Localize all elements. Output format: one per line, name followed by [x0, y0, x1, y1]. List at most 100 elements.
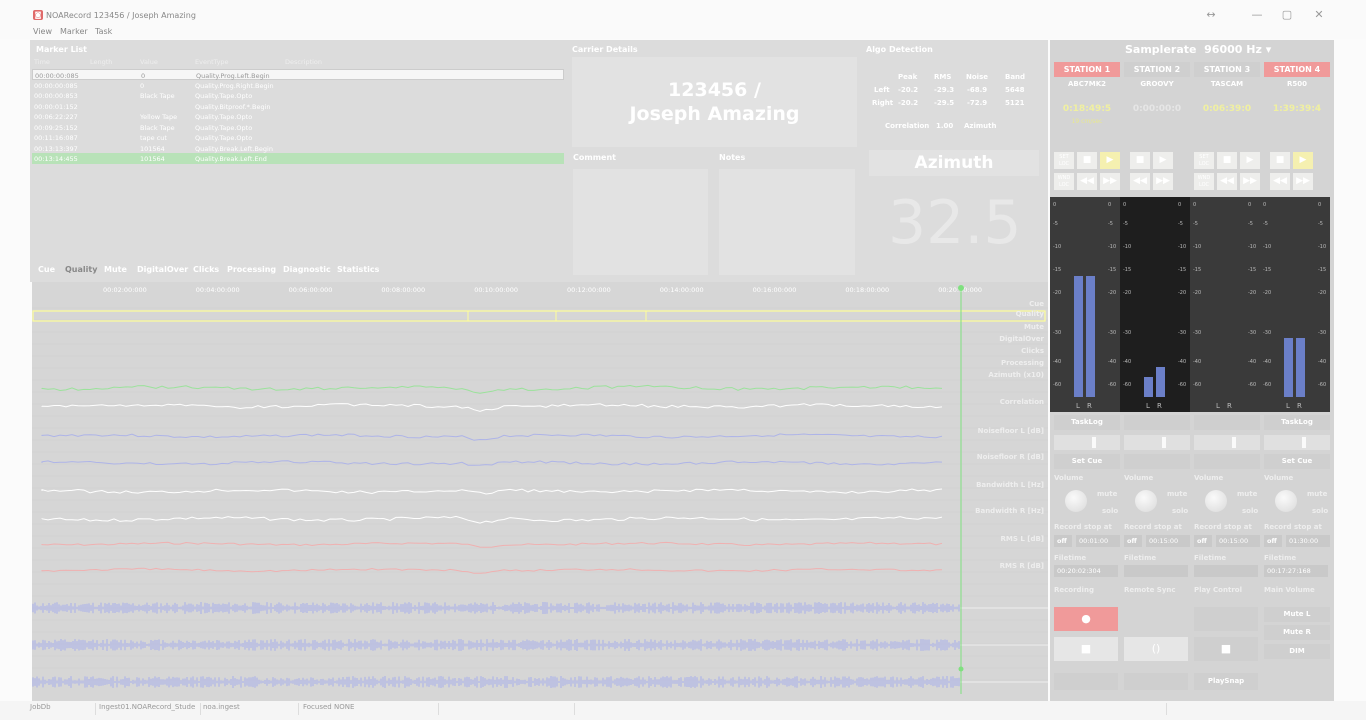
mute-toggle[interactable]: mute — [1307, 490, 1327, 498]
notes-input[interactable] — [719, 169, 855, 275]
record-stop-button[interactable]: ■ — [1054, 637, 1118, 661]
dim-button[interactable]: DIM — [1264, 644, 1330, 659]
station-3-header[interactable]: STATION 3 — [1194, 62, 1260, 77]
table-row[interactable]: 00:00:00:085 0 Quality.Prog.Right.Begin — [32, 80, 564, 91]
set-cue-button[interactable] — [1124, 454, 1190, 469]
volume-knob[interactable] — [1065, 490, 1087, 512]
samplerate-value[interactable]: 96000 Hz — [1204, 43, 1262, 56]
tab-digitalover[interactable]: DigitalOver — [137, 265, 188, 274]
volume-knob[interactable] — [1205, 490, 1227, 512]
play-icon[interactable]: ▶ — [1240, 152, 1260, 169]
volume-knob[interactable] — [1135, 490, 1157, 512]
minimize-button[interactable]: — — [1242, 8, 1272, 21]
stop-icon[interactable]: ■ — [1270, 152, 1290, 169]
menu-view[interactable]: View — [33, 27, 52, 36]
tab-mute[interactable]: Mute — [104, 265, 127, 274]
record-stop-time[interactable]: 01:30:00 — [1286, 535, 1330, 547]
col-eventtype[interactable]: EventType — [195, 58, 229, 66]
mute-toggle[interactable]: mute — [1237, 490, 1257, 498]
fast-forward-icon[interactable]: ▶▶ — [1240, 173, 1260, 190]
solo-toggle[interactable]: solo — [1242, 507, 1258, 515]
set-loc-button[interactable]: SET LOC — [1194, 152, 1214, 169]
record-stop-off[interactable]: off — [1264, 535, 1282, 547]
tab-processing[interactable]: Processing — [227, 265, 276, 274]
record-stop-off[interactable]: off — [1124, 535, 1142, 547]
wind-loc-button[interactable]: WND LOC — [1054, 173, 1074, 190]
set-cue-button[interactable]: Set Cue — [1054, 454, 1120, 469]
position-slider[interactable] — [1054, 435, 1120, 450]
restore-icon[interactable]: ↔ — [1196, 8, 1226, 21]
table-row[interactable]: 00:11:16:087 tape cut Quality.Tape.Opto — [32, 132, 564, 143]
tasklog-button[interactable]: TaskLog — [1054, 415, 1120, 430]
col-description[interactable]: Description — [285, 58, 322, 66]
station-2-header[interactable]: STATION 2 — [1124, 62, 1190, 77]
tasklog-button[interactable] — [1194, 415, 1260, 430]
record-button[interactable]: ● — [1054, 607, 1118, 631]
chevron-down-icon[interactable]: ▾ — [1266, 43, 1272, 56]
fast-forward-icon[interactable]: ▶▶ — [1100, 173, 1120, 190]
maximize-button[interactable]: ▢ — [1272, 8, 1302, 21]
stop-icon[interactable]: ■ — [1130, 152, 1150, 169]
table-row[interactable]: 00:00:01:152 Quality.Bitproof.*.Begin — [32, 101, 564, 112]
table-row[interactable]: 00:13:14:455 101564 Quality.Break.Left.End — [32, 153, 564, 164]
timeline-graph[interactable] — [32, 282, 1048, 702]
stop-icon[interactable]: ■ — [1217, 152, 1237, 169]
record-stop-time[interactable]: 00:15:00 — [1216, 535, 1260, 547]
table-row[interactable]: 00:06:22:227 Yellow Tape Quality.Tape.Opto — [32, 111, 564, 122]
comment-input[interactable] — [573, 169, 708, 275]
rewind-icon[interactable]: ◀◀ — [1077, 173, 1097, 190]
record-stop-off[interactable]: off — [1054, 535, 1072, 547]
volume-knob[interactable] — [1275, 490, 1297, 512]
mute-r-button[interactable]: Mute R — [1264, 625, 1330, 640]
snap-slot-1[interactable] — [1054, 673, 1118, 690]
position-slider[interactable] — [1264, 435, 1330, 450]
tasklog-button[interactable]: TaskLog — [1264, 415, 1330, 430]
play-icon[interactable]: ▶ — [1293, 152, 1313, 169]
tasklog-button[interactable] — [1124, 415, 1190, 430]
table-row[interactable]: 00:00:00:853 Black Tape Quality.Tape.Opto — [32, 90, 564, 101]
table-row[interactable]: 00:13:13:397 101564 Quality.Break.Left.Beg… — [32, 143, 564, 154]
position-slider[interactable] — [1194, 435, 1260, 450]
solo-toggle[interactable]: solo — [1102, 507, 1118, 515]
set-loc-button[interactable]: SET LOC — [1054, 152, 1074, 169]
wind-loc-button[interactable]: WND LOC — [1194, 173, 1214, 190]
rewind-icon[interactable]: ◀◀ — [1130, 173, 1150, 190]
play-icon[interactable]: ▶ — [1100, 152, 1120, 169]
rewind-icon[interactable]: ◀◀ — [1270, 173, 1290, 190]
close-button[interactable]: ✕ — [1304, 8, 1334, 21]
remote-sync-button[interactable]: () — [1124, 637, 1188, 661]
mute-toggle[interactable]: mute — [1097, 490, 1117, 498]
tab-cue[interactable]: Cue — [38, 265, 55, 274]
table-row[interactable]: 00:00:00:085 0 Quality.Prog.Left.Begin — [32, 69, 564, 80]
col-value[interactable]: Value — [140, 58, 158, 66]
station-1-header[interactable]: STATION 1 — [1054, 62, 1120, 77]
rewind-icon[interactable]: ◀◀ — [1217, 173, 1237, 190]
col-time[interactable]: Time — [34, 58, 50, 66]
station-4-header[interactable]: STATION 4 — [1264, 62, 1330, 77]
stop-icon[interactable]: ■ — [1077, 152, 1097, 169]
menu-task[interactable]: Task — [95, 27, 112, 36]
set-cue-button[interactable] — [1194, 454, 1260, 469]
solo-toggle[interactable]: solo — [1312, 507, 1328, 515]
record-stop-off[interactable]: off — [1194, 535, 1212, 547]
fast-forward-icon[interactable]: ▶▶ — [1293, 173, 1313, 190]
fast-forward-icon[interactable]: ▶▶ — [1153, 173, 1173, 190]
play-stop-button[interactable]: ■ — [1194, 637, 1258, 661]
set-cue-button[interactable]: Set Cue — [1264, 454, 1330, 469]
tab-clicks[interactable]: Clicks — [193, 265, 219, 274]
record-stop-time[interactable]: 00:15:00 — [1146, 535, 1190, 547]
position-slider[interactable] — [1124, 435, 1190, 450]
solo-toggle[interactable]: solo — [1172, 507, 1188, 515]
mute-l-button[interactable]: Mute L — [1264, 607, 1330, 622]
mute-toggle[interactable]: mute — [1167, 490, 1187, 498]
table-row[interactable]: 00:09:25:152 Black Tape Quality.Tape.Opto — [32, 122, 564, 133]
tab-quality[interactable]: Quality — [65, 265, 97, 274]
record-stop-time[interactable]: 00:01:00 — [1076, 535, 1120, 547]
play-icon[interactable]: ▶ — [1153, 152, 1173, 169]
playsnap-button[interactable]: PlaySnap — [1194, 673, 1258, 690]
tab-diagnostic[interactable]: Diagnostic — [283, 265, 331, 274]
snap-slot-2[interactable] — [1124, 673, 1188, 690]
timeline[interactable]: 00:02:00:000 00:04:00:000 00:06:00:000 00:0… — [32, 282, 1048, 702]
play-control-button[interactable] — [1194, 607, 1258, 631]
menu-marker[interactable]: Marker — [60, 27, 88, 36]
